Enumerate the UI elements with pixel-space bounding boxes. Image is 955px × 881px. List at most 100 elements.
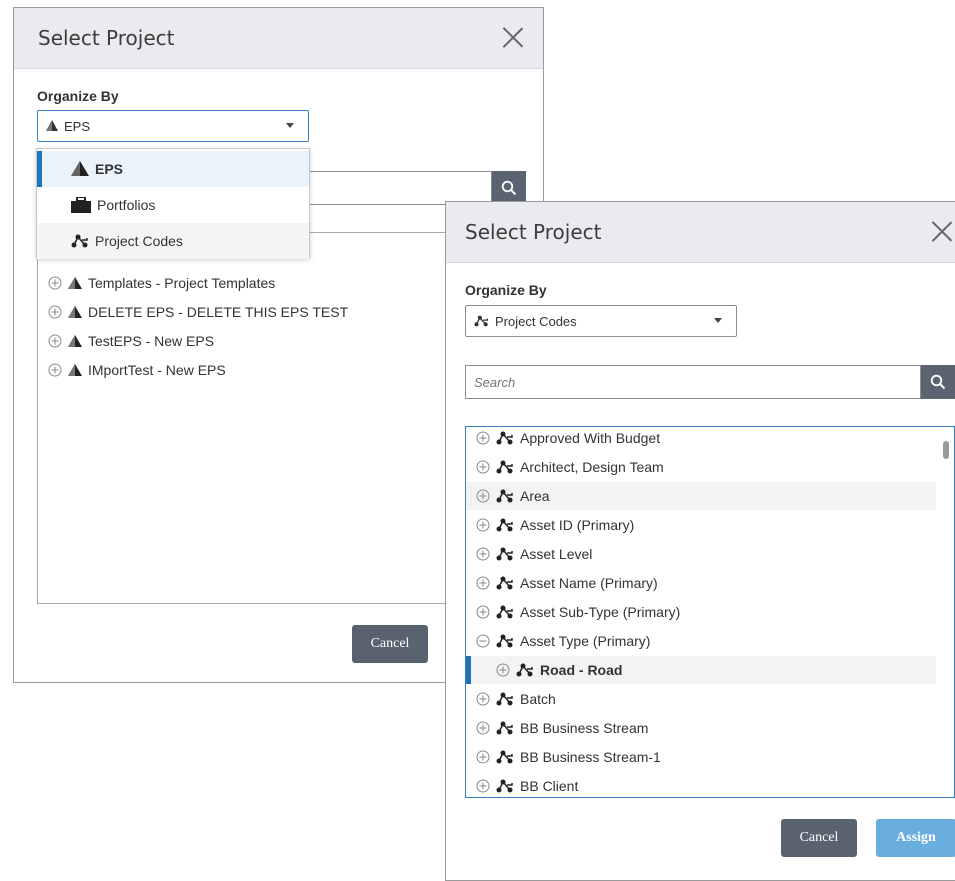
select-project-dialog-project-codes: Select Project Organize By Project Codes… [445, 201, 955, 881]
project-codes-icon [496, 605, 514, 619]
expand-icon[interactable] [476, 460, 490, 474]
search-button[interactable] [921, 365, 955, 399]
project-codes-icon [496, 779, 514, 793]
project-codes-icon [496, 431, 514, 445]
tree-row-label: IMportTest - New EPS [88, 362, 226, 378]
project-codes-icon [496, 692, 514, 706]
selection-indicator [37, 151, 42, 187]
tree-row-label: Area [520, 488, 550, 504]
dropdown-option-label: Project Codes [95, 233, 183, 249]
organize-by-select[interactable]: EPS [37, 110, 309, 142]
tree-row[interactable]: Asset ID (Primary) [466, 511, 936, 539]
dropdown-option-label: EPS [95, 161, 124, 177]
tree-row-label: Asset ID (Primary) [520, 517, 635, 533]
search-icon [930, 374, 946, 390]
cancel-button[interactable]: Cancel [781, 819, 857, 857]
organize-by-value: Project Codes [495, 313, 577, 329]
search-icon [501, 180, 517, 196]
project-codes-icon [496, 489, 514, 503]
organize-by-select[interactable]: Project Codes [465, 305, 737, 337]
project-codes-icon [496, 634, 514, 648]
tree-row[interactable]: BB Business Stream-1 [466, 743, 936, 771]
eps-icon [68, 334, 82, 348]
project-codes-icon [496, 721, 514, 735]
project-codes-icon [516, 663, 534, 677]
tree-row-label: Batch [520, 691, 556, 707]
expand-icon[interactable] [48, 363, 62, 377]
expand-icon[interactable] [496, 663, 510, 677]
tree-row[interactable]: BB Business Stream [466, 714, 936, 742]
dialog-title: Select Project [38, 26, 175, 50]
search-input[interactable] [465, 365, 921, 399]
tree-row[interactable]: Batch [466, 685, 936, 713]
expand-icon[interactable] [476, 518, 490, 532]
dialog-title: Select Project [465, 220, 602, 244]
cancel-button[interactable]: Cancel [352, 625, 428, 663]
eps-icon [68, 305, 82, 319]
expand-icon[interactable] [476, 779, 490, 793]
project-codes-icon [496, 460, 514, 474]
eps-icon [68, 276, 82, 290]
tree-row-label: BB Business Stream-1 [520, 749, 661, 765]
tree-row[interactable]: Asset Type (Primary) [466, 627, 936, 655]
selection-indicator [466, 656, 471, 684]
tree-row[interactable]: Architect, Design Team [466, 453, 936, 481]
expand-icon[interactable] [48, 305, 62, 319]
tree-row[interactable]: BB Client [466, 772, 936, 797]
expand-icon[interactable] [48, 334, 62, 348]
tree-row-label: Asset Name (Primary) [520, 575, 658, 591]
tree-row-label: Road - Road [540, 662, 623, 678]
project-codes-tree: Approved With Budget Architect, Design Te… [465, 426, 955, 798]
organize-by-dropdown: EPS Portfolios Project Codes [36, 148, 310, 259]
dropdown-option-label: Portfolios [97, 197, 156, 213]
eps-icon [46, 120, 58, 132]
search-button[interactable] [492, 171, 526, 205]
collapse-icon[interactable] [476, 634, 490, 648]
tree-row-child[interactable]: Road - Road [466, 656, 936, 684]
close-icon[interactable] [501, 25, 525, 49]
dropdown-option-eps[interactable]: EPS [37, 151, 309, 187]
project-codes-icon [496, 750, 514, 764]
project-codes-icon [474, 315, 489, 327]
tree-row[interactable]: Asset Name (Primary) [466, 569, 936, 597]
organize-by-value: EPS [64, 118, 91, 134]
tree-row-label: DELETE EPS - DELETE THIS EPS TEST [88, 304, 349, 320]
project-codes-icon [496, 518, 514, 532]
expand-icon[interactable] [476, 547, 490, 561]
eps-icon [71, 161, 89, 177]
tree-row-label: Asset Level [520, 546, 593, 562]
tree-row[interactable]: Asset Sub-Type (Primary) [466, 598, 936, 626]
tree-row[interactable]: Asset Level [466, 540, 936, 568]
tree-row[interactable]: Area [466, 482, 936, 510]
tree-row-label: BB Client [520, 778, 579, 794]
dropdown-option-portfolios[interactable]: Portfolios [37, 187, 309, 223]
chevron-down-icon [286, 123, 294, 128]
tree-row-label: Templates - Project Templates [88, 275, 276, 291]
dropdown-option-project-codes[interactable]: Project Codes [37, 223, 309, 259]
expand-icon[interactable] [476, 721, 490, 735]
assign-button[interactable]: Assign [876, 819, 955, 857]
project-codes-icon [496, 547, 514, 561]
expand-icon[interactable] [476, 576, 490, 590]
expand-icon[interactable] [476, 605, 490, 619]
tree-row-label: Asset Sub-Type (Primary) [520, 604, 681, 620]
dialog-header: Select Project [14, 8, 543, 69]
expand-icon[interactable] [48, 276, 62, 290]
eps-icon [68, 363, 82, 377]
expand-icon[interactable] [476, 431, 490, 445]
tree-row-label: Asset Type (Primary) [520, 633, 651, 649]
expand-icon[interactable] [476, 692, 490, 706]
project-codes-icon [71, 234, 89, 248]
dialog-header: Select Project [446, 202, 955, 263]
tree-row[interactable]: Approved With Budget [466, 427, 936, 452]
chevron-down-icon [714, 318, 722, 323]
expand-icon[interactable] [476, 750, 490, 764]
close-icon[interactable] [930, 219, 954, 243]
project-codes-icon [496, 576, 514, 590]
expand-icon[interactable] [476, 489, 490, 503]
tree-row-label: Architect, Design Team [520, 459, 664, 475]
organize-by-label: Organize By [37, 88, 119, 104]
portfolio-icon [71, 197, 91, 213]
organize-by-label: Organize By [465, 282, 547, 298]
scrollbar[interactable] [943, 441, 949, 459]
